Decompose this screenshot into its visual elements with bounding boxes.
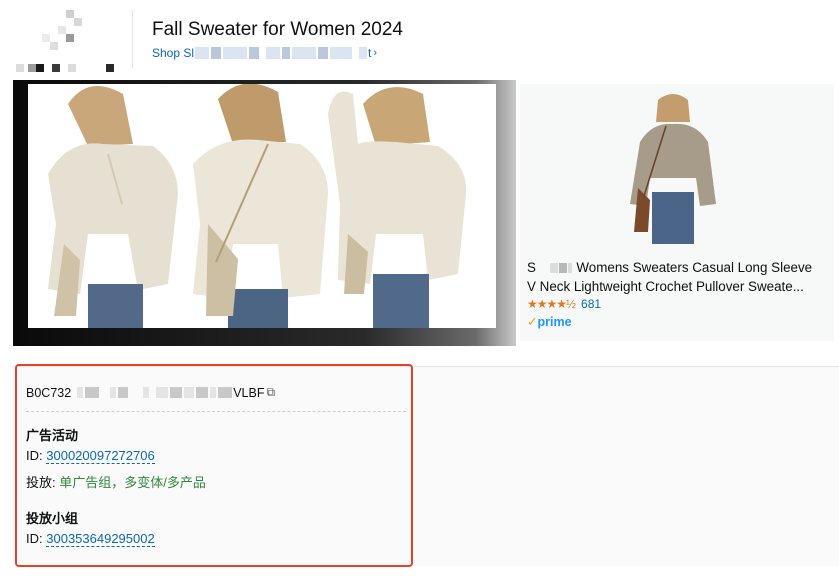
logo-pixel bbox=[50, 42, 58, 50]
product-title[interactable]: S Womens Sweaters Casual Long Sleeve V N… bbox=[527, 258, 827, 296]
star-rating-icon: ★★★★½ bbox=[527, 297, 576, 311]
ad-group-id-label: ID: bbox=[26, 531, 43, 546]
targeting-row: 投放: 单广告组，多变体/多产品 bbox=[26, 472, 206, 491]
redacted-text bbox=[223, 47, 248, 59]
product-title-line: V Neck Lightweight Crochet Pullover Swea… bbox=[527, 279, 804, 294]
prime-badge: ✓prime bbox=[527, 314, 572, 329]
campaign-id-row: ID: 300020097272706 bbox=[26, 448, 155, 464]
logo-pixel bbox=[28, 64, 36, 72]
rating-row[interactable]: ★★★★½ 681 bbox=[527, 297, 601, 311]
targeting-value: 单广告组，多变体/多产品 bbox=[59, 475, 206, 490]
copy-icon[interactable]: ⧉ bbox=[266, 385, 275, 400]
product-thumbnail-illustration bbox=[620, 92, 726, 244]
redacted-text bbox=[170, 387, 183, 398]
asin-prefix: B0C732 bbox=[26, 385, 72, 400]
ad-group-id-link[interactable]: 300353649295002 bbox=[46, 531, 155, 547]
logo-pixel bbox=[106, 64, 114, 72]
shop-link-text: Shop Sl bbox=[152, 46, 195, 60]
logo-pixel bbox=[66, 10, 74, 18]
redacted-text bbox=[218, 387, 233, 398]
logo-pixel bbox=[68, 64, 76, 72]
redacted-text bbox=[156, 387, 169, 398]
logo-pixel bbox=[16, 64, 24, 72]
campaign-section-title: 广告活动 bbox=[26, 428, 79, 443]
redacted-text bbox=[292, 47, 317, 59]
brand-logo[interactable] bbox=[14, 10, 114, 74]
redacted-text bbox=[558, 263, 567, 274]
logo-pixel bbox=[58, 26, 66, 34]
redacted-text bbox=[282, 47, 291, 59]
hero-illustration bbox=[28, 84, 496, 328]
rating-count[interactable]: 681 bbox=[581, 297, 601, 311]
header-divider bbox=[132, 10, 133, 68]
ad-group-id-row: ID: 300353649295002 bbox=[26, 531, 155, 547]
shop-store-link[interactable]: Shop Sl t › bbox=[152, 46, 377, 60]
redacted-text bbox=[143, 387, 150, 398]
redacted-text bbox=[110, 387, 117, 398]
redacted-text bbox=[249, 47, 260, 59]
logo-pixel bbox=[42, 34, 50, 42]
product-thumbnail[interactable] bbox=[620, 92, 726, 244]
ad-group-section-title: 投放小组 bbox=[26, 511, 79, 526]
redacted-text bbox=[77, 387, 84, 398]
redacted-text bbox=[549, 263, 558, 274]
shop-link-text-end: t bbox=[368, 46, 372, 60]
redacted-text bbox=[318, 47, 329, 59]
product-title-text: Womens Sweaters Casual Long Sleeve bbox=[576, 260, 813, 275]
logo-pixel bbox=[52, 64, 60, 72]
prime-check-icon: ✓ bbox=[527, 315, 538, 329]
targeting-label: 投放: bbox=[26, 475, 56, 490]
asin-row: B0C732 VLBF ⧉ bbox=[26, 385, 275, 400]
redacted-text bbox=[196, 387, 209, 398]
hero-lifestyle-image[interactable] bbox=[28, 84, 496, 328]
redacted-text bbox=[184, 387, 195, 398]
redacted-text bbox=[211, 47, 222, 59]
redacted-text bbox=[567, 263, 572, 274]
asin-suffix: VLBF bbox=[233, 385, 265, 400]
logo-pixel bbox=[74, 18, 82, 26]
redacted-text bbox=[118, 387, 129, 398]
chevron-right-icon: › bbox=[373, 47, 378, 59]
redacted-text bbox=[330, 47, 353, 59]
logo-pixel bbox=[66, 34, 74, 42]
redacted-text bbox=[210, 387, 217, 398]
campaign-id-label: ID: bbox=[26, 448, 43, 463]
redacted-text bbox=[359, 47, 368, 59]
dashed-divider bbox=[26, 411, 406, 412]
redacted-text bbox=[195, 47, 210, 59]
product-title-line: S Womens Sweaters Casual Long Sleeve bbox=[527, 258, 827, 277]
product-title-prefix: S bbox=[527, 260, 536, 275]
headline: Fall Sweater for Women 2024 bbox=[152, 19, 403, 40]
campaign-id-link[interactable]: 300020097272706 bbox=[46, 448, 155, 464]
logo-pixel bbox=[36, 64, 44, 72]
redacted-text bbox=[266, 47, 281, 59]
prime-label: prime bbox=[537, 315, 572, 329]
redacted-text bbox=[85, 387, 100, 398]
